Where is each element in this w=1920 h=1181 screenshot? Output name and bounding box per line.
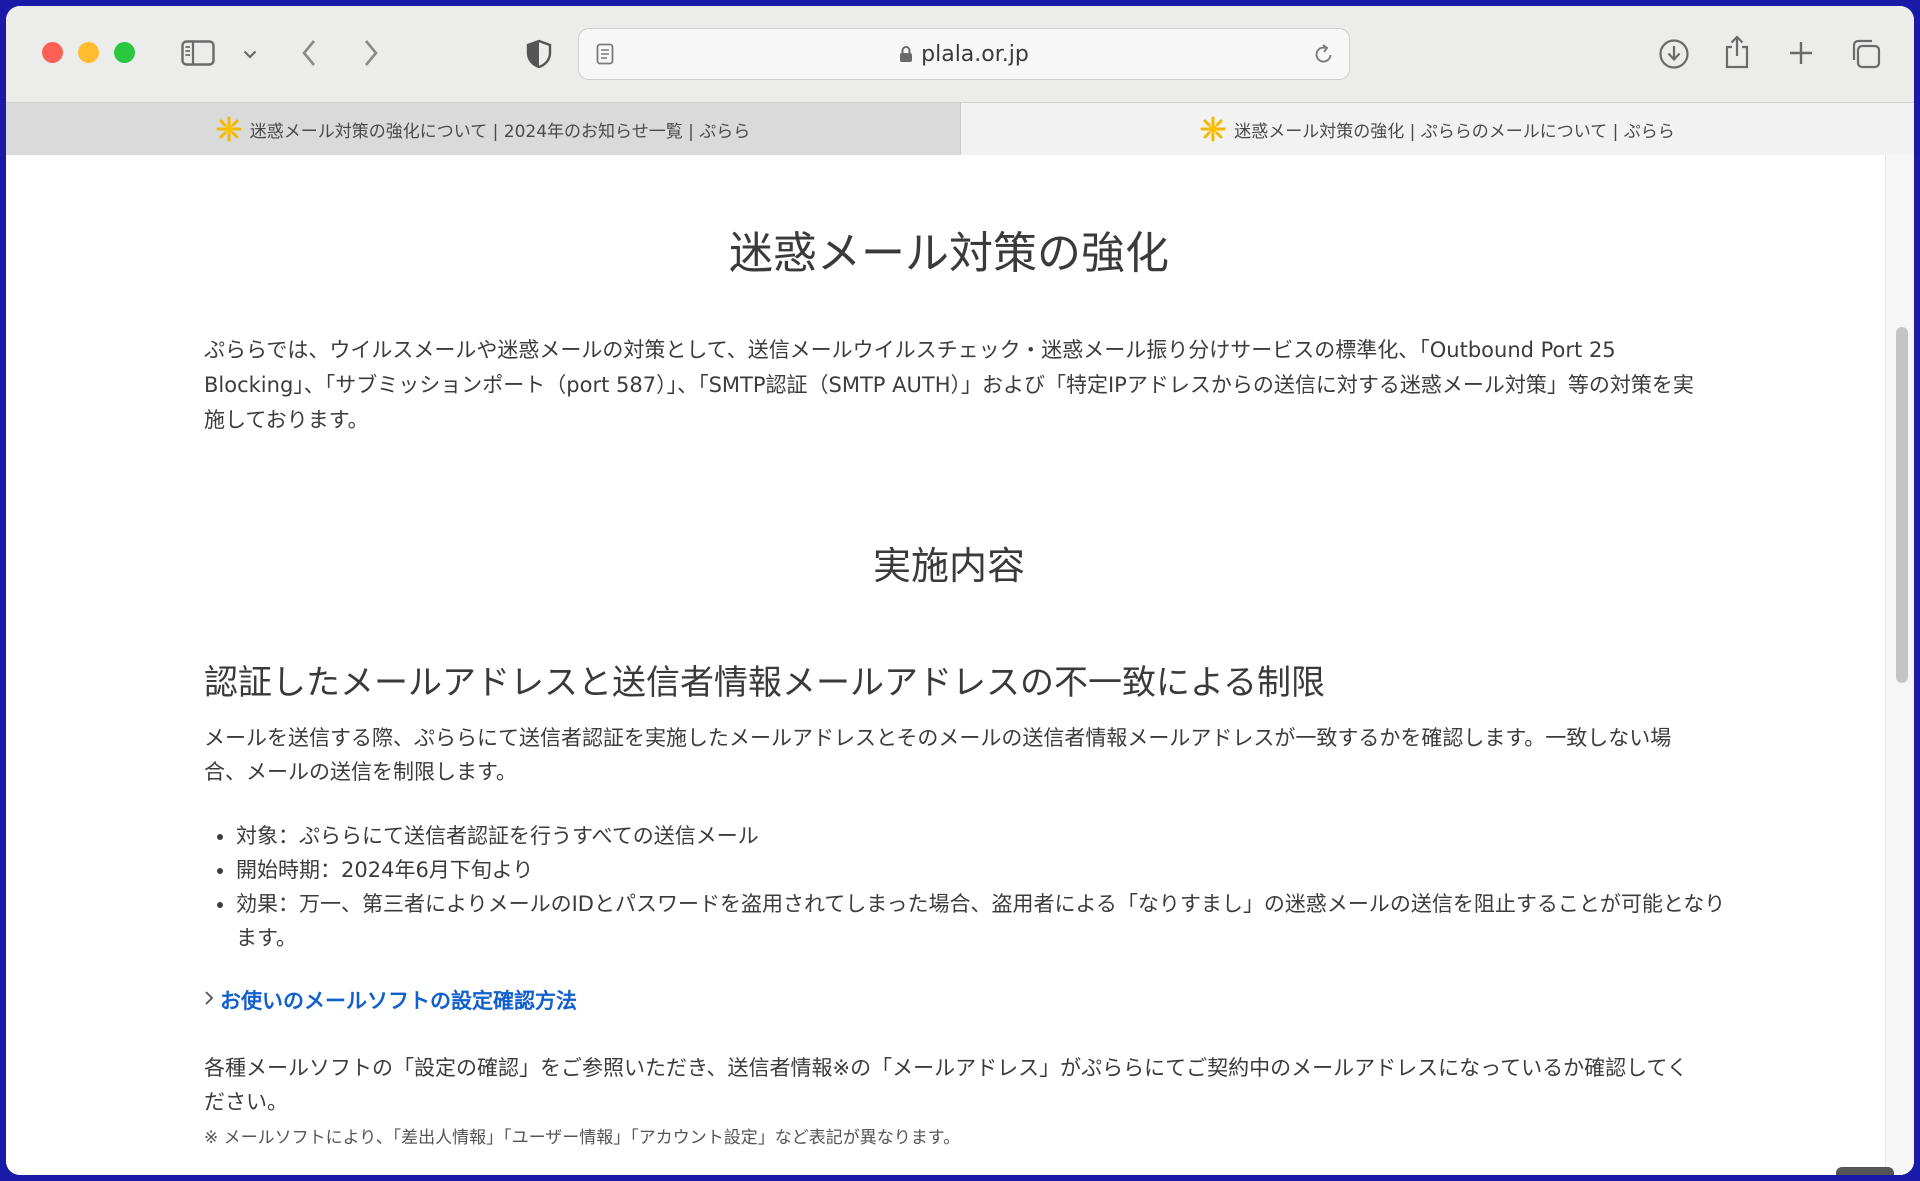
scrollbar-thumb[interactable]	[1896, 327, 1908, 683]
link-label[interactable]: お使いのメールソフトの設定確認方法	[220, 985, 577, 1015]
page-content: 迷惑メール対策の強化 ぷららでは、ウイルスメールや迷惑メールの対策として、送信メ…	[6, 155, 1914, 1175]
chevron-down-icon[interactable]	[238, 42, 262, 66]
reload-icon[interactable]	[1311, 40, 1337, 68]
description-paragraph: メールを送信する際、ぷららにて送信者認証を実施したメールアドレスとそのメールの送…	[204, 726, 1672, 784]
tab-bar: 迷惑メール対策の強化について | 2024年のお知らせ一覧 | ぷらら 迷惑メー…	[6, 102, 1914, 156]
plala-favicon-icon	[1200, 116, 1226, 142]
url-text: plala.or.jp	[579, 42, 1349, 69]
url-label: plala.or.jp	[921, 42, 1029, 67]
toolbar: plala.or.jp	[6, 6, 1914, 102]
section-heading: 実施内容	[872, 544, 1025, 588]
plus-icon[interactable]	[1786, 38, 1816, 68]
tab-title: 迷惑メール対策の強化 | ぷららのメールについて | ぷらら	[1234, 121, 1675, 142]
list-item: 効果：万一、第三者によりメールのIDとパスワードを盗用されてしまった場合、盗用者…	[236, 887, 1726, 955]
settings-check-link[interactable]: お使いのメールソフトの設定確認方法	[204, 985, 577, 1015]
minimize-window-button[interactable]	[78, 42, 99, 63]
lock-icon	[899, 44, 913, 69]
share-icon[interactable]	[1720, 32, 1754, 72]
list-item: 開始時期：2024年6月下旬より	[236, 853, 1726, 887]
back-icon[interactable]	[294, 36, 324, 70]
chevron-right-icon	[204, 990, 214, 1011]
details-list: 対象：ぷららにて送信者認証を行うすべての送信メール 開始時期：2024年6月下旬…	[204, 819, 1726, 955]
page-title: 迷惑メール対策の強化	[729, 228, 1169, 279]
forward-icon[interactable]	[356, 36, 386, 70]
intro-paragraph: ぷららでは、ウイルスメールや迷惑メールの対策として、送信メールウイルスチェック・…	[204, 338, 1694, 432]
sub-heading: 認証したメールアドレスと送信者情報メールアドレスの不一致による制限	[204, 663, 1325, 703]
sidebar-icon[interactable]	[178, 36, 218, 70]
tabs-overview-icon[interactable]	[1848, 36, 1884, 72]
footnote: ※ メールソフトにより、「差出人情報」「ユーザー情報」「アカウント設定」など表記…	[204, 1128, 961, 1148]
check-paragraph: 各種メールソフトの「設定の確認」をご参照いただき、送信者情報※の「メールアドレス…	[204, 1056, 1688, 1114]
address-bar[interactable]: plala.or.jp	[578, 28, 1350, 80]
download-icon[interactable]	[1656, 36, 1692, 72]
list-item: 対象：ぷららにて送信者認証を行うすべての送信メール	[236, 819, 1726, 853]
tab-news-list[interactable]: 迷惑メール対策の強化について | 2024年のお知らせ一覧 | ぷらら	[6, 103, 961, 155]
close-window-button[interactable]	[42, 42, 63, 63]
floating-button[interactable]	[1836, 1167, 1894, 1175]
scrollbar-track[interactable]	[1885, 155, 1914, 1175]
browser-window: plala.or.jp 迷惑メール対策の強化について | 2024年のお知らせ一…	[6, 6, 1914, 1175]
zoom-window-button[interactable]	[114, 42, 135, 63]
shield-icon[interactable]	[524, 38, 554, 70]
tab-title: 迷惑メール対策の強化について | 2024年のお知らせ一覧 | ぷらら	[249, 121, 751, 142]
tab-spam-measures[interactable]: 迷惑メール対策の強化 | ぷららのメールについて | ぷらら	[961, 103, 1914, 155]
plala-favicon-icon	[216, 116, 242, 142]
